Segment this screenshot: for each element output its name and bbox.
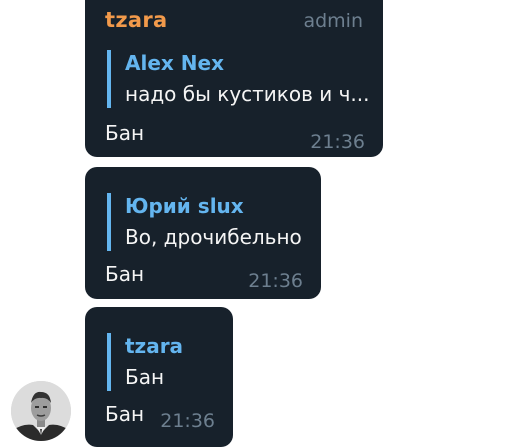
message-bubble[interactable]: tzara Бан Бан 21:36 (85, 307, 233, 447)
reply-quote[interactable]: Alex Nex надо бы кустиков и ч... (107, 50, 370, 108)
reply-text: Во, дрочибельно (125, 225, 302, 249)
message-bubble[interactable]: Юрий slux Во, дрочибельно Бан 21:36 (85, 167, 321, 299)
reply-text: надо бы кустиков и ч... (125, 82, 370, 106)
chat-view: tzara admin Alex Nex надо бы кустиков и … (0, 0, 512, 447)
message-time: 21:36 (248, 270, 303, 292)
sender-avatar[interactable] (11, 381, 71, 441)
reply-text: Бан (125, 365, 165, 389)
message-text: Бан (105, 402, 145, 426)
reply-quote[interactable]: Юрий slux Во, дрочибельно (107, 193, 302, 251)
reply-quote[interactable]: tzara Бан (107, 333, 183, 391)
sender-name[interactable]: tzara (105, 8, 167, 32)
reply-author: Alex Nex (125, 51, 224, 75)
sender-role-badge: admin (303, 10, 363, 32)
message-time: 21:36 (160, 410, 215, 432)
message-time: 21:36 (310, 131, 365, 153)
reply-author: tzara (125, 334, 184, 358)
message-bubble[interactable]: tzara admin Alex Nex надо бы кустиков и … (85, 0, 383, 157)
reply-author: Юрий slux (125, 194, 244, 218)
user-photo-avatar-icon (11, 381, 71, 441)
message-text: Бан (105, 262, 145, 286)
message-text: Бан (105, 121, 145, 145)
